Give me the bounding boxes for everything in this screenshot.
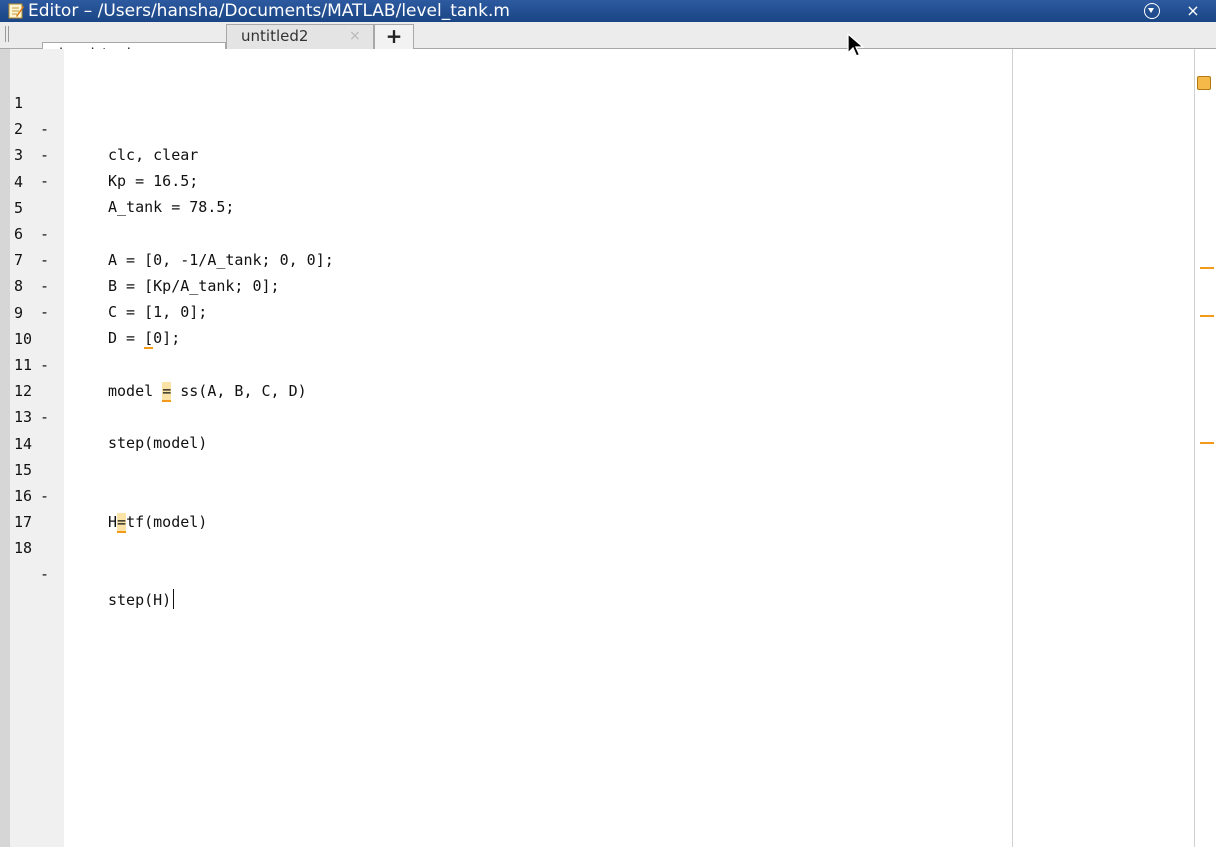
code-line[interactable]: 8 - D = [0]; bbox=[0, 247, 1010, 350]
code-line[interactable]: 17 bbox=[0, 483, 1010, 531]
code-line[interactable]: 15 - H=tf(model) bbox=[0, 431, 1010, 533]
text-caret bbox=[173, 589, 175, 610]
editor-doc-icon bbox=[8, 3, 24, 19]
code-line[interactable]: 16 bbox=[0, 457, 1010, 505]
code-editor[interactable]: 1 - clc, clear 2 - Kp = 16.5; 3 - A_tank… bbox=[0, 49, 1216, 847]
warning-status-indicator-icon[interactable] bbox=[1197, 76, 1211, 90]
code-line[interactable]: 4 bbox=[0, 143, 1010, 191]
code-line[interactable]: 14 bbox=[0, 405, 1010, 453]
tab-strip: level_tank.m × untitled2 × + bbox=[0, 22, 1216, 67]
add-tab-button[interactable]: + bbox=[374, 24, 414, 49]
mouse-pointer-icon bbox=[847, 33, 865, 57]
warning-marker[interactable] bbox=[1200, 315, 1214, 317]
code-line[interactable]: 11 bbox=[0, 326, 1010, 374]
code-line[interactable]: 2 - Kp = 16.5; bbox=[0, 90, 1010, 190]
window-title: Editor – /Users/hansha/Documents/MATLAB/… bbox=[28, 1, 510, 21]
tabstrip-grip-icon[interactable] bbox=[5, 26, 11, 42]
code-line[interactable]: 12 - step(model) bbox=[0, 352, 1010, 452]
code-line[interactable]: 7 - C = [1, 0]; bbox=[0, 221, 1010, 321]
code-line[interactable]: 1 - clc, clear bbox=[0, 64, 1010, 164]
window-titlebar: Editor – /Users/hansha/Documents/MATLAB/… bbox=[0, 0, 1216, 22]
code-line[interactable]: 9 bbox=[0, 274, 1010, 322]
close-window-button[interactable]: × bbox=[1180, 0, 1206, 22]
warning-marker[interactable] bbox=[1200, 267, 1214, 269]
code-line[interactable]: 3 - A_tank = 78.5; bbox=[0, 116, 1010, 216]
chevron-down-circle-icon[interactable] bbox=[1144, 3, 1160, 19]
code-text-line-18: step(H) bbox=[108, 587, 175, 613]
right-margin-line bbox=[1012, 49, 1013, 847]
tab-close-icon[interactable]: × bbox=[349, 25, 361, 48]
code-line[interactable]: 10 - model = ss(A, B, C, D) bbox=[0, 300, 1010, 402]
code-line[interactable]: 6 - B = [Kp/A_tank; 0]; bbox=[0, 195, 1010, 295]
code-analyzer-bar[interactable] bbox=[1194, 49, 1216, 847]
line-number: 18 bbox=[14, 539, 33, 558]
tab-untitled2[interactable]: untitled2 × bbox=[226, 24, 374, 49]
code-line[interactable]: 5 - A = [0, -1/A_tank; 0, 0]; bbox=[0, 169, 1010, 269]
code-line[interactable]: 13 bbox=[0, 378, 1010, 426]
code-fragment: step(H) bbox=[108, 591, 172, 610]
breakpoint-marker[interactable]: - bbox=[40, 561, 49, 587]
code-line[interactable]: 18 - step(H) bbox=[0, 509, 1010, 610]
tab-label: untitled2 bbox=[241, 27, 309, 45]
warning-marker[interactable] bbox=[1200, 442, 1214, 444]
